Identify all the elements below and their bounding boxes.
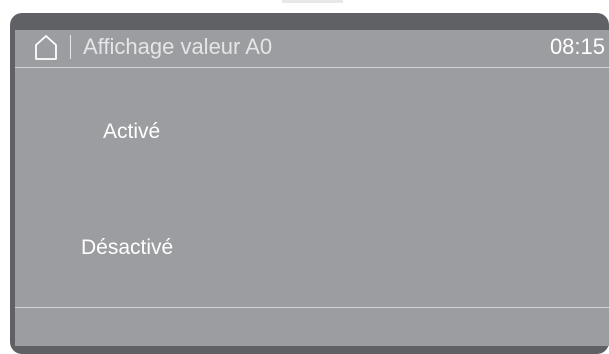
display-screen: Affichage valeur A0 08:15 Activé Désacti… (15, 30, 609, 346)
option-inactive[interactable]: Désactivé (81, 235, 173, 261)
clock: 08:15 (549, 34, 605, 59)
scroll-indicator (282, 0, 343, 3)
home-icon[interactable] (32, 33, 60, 61)
header-divider (70, 35, 71, 59)
option-active[interactable]: Activé (103, 119, 160, 145)
footer-divider (15, 307, 609, 308)
page-title: Affichage valeur A0 (83, 34, 273, 59)
header-bar: Affichage valeur A0 08:15 (15, 30, 609, 68)
